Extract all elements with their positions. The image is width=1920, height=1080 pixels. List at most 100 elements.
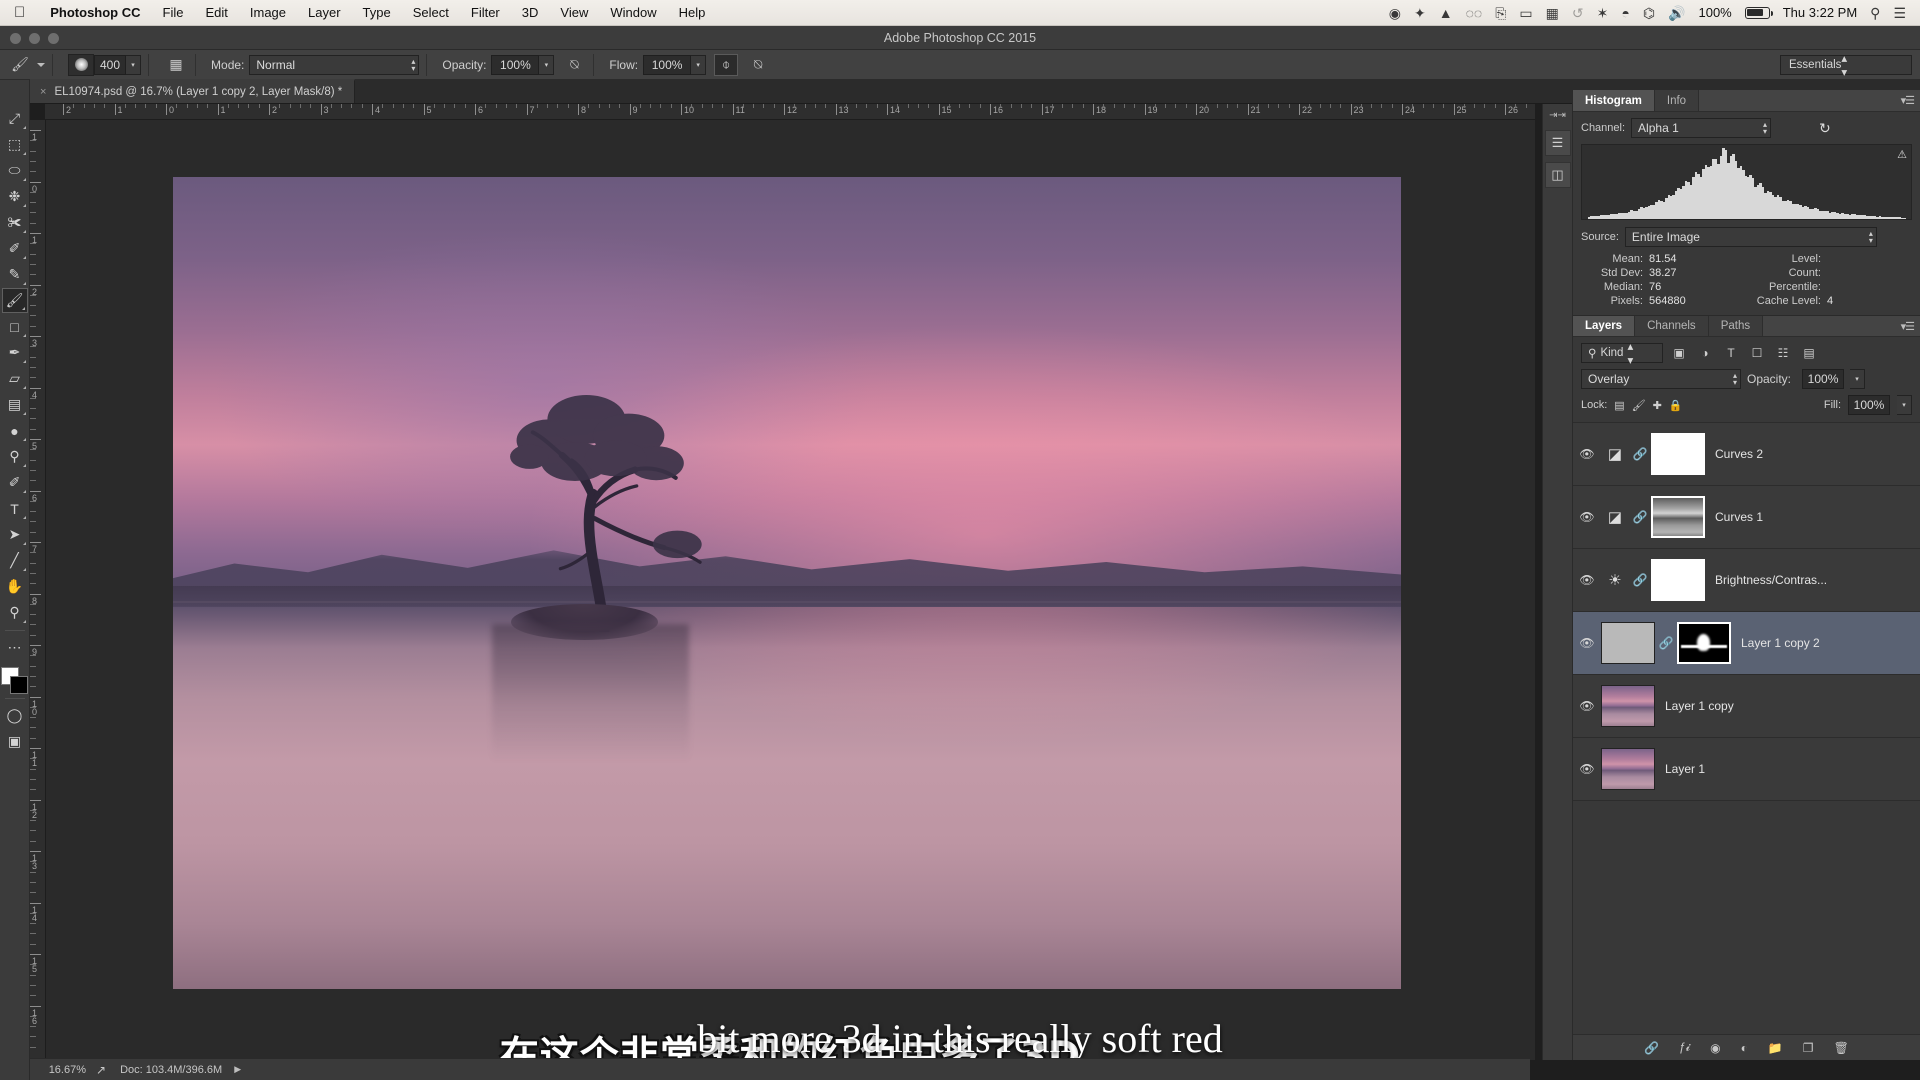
document-tab[interactable]: × EL10974.psd @ 16.7% (Layer 1 copy 2, L… (30, 79, 355, 103)
close-window-button[interactable] (10, 33, 21, 44)
pixel-filter-icon[interactable]: ▣ (1669, 343, 1689, 363)
collapse-icon[interactable]: ⇥⇥ (1549, 110, 1566, 124)
table-row[interactable]: 👁 🔗 Layer 1 copy 2 (1573, 612, 1920, 675)
layer-name[interactable]: Layer 1 copy (1655, 699, 1734, 713)
layer-opacity-stepper[interactable]: ▾ (1850, 369, 1865, 389)
tool-eraser[interactable]: ▱ (2, 366, 28, 391)
record-icon[interactable]: ◉ (1389, 6, 1401, 20)
screen-mode-toggle[interactable]: ▣ (2, 729, 28, 754)
menu-layer[interactable]: Layer (297, 0, 352, 26)
channel-select[interactable]: Alpha 1 ▴▾ (1631, 118, 1771, 138)
layer-thumbnail[interactable] (1601, 685, 1655, 727)
new-group-icon[interactable]: 📁 (1768, 1041, 1783, 1055)
chevron-down-icon[interactable] (37, 63, 45, 67)
source-select[interactable]: Entire Image ▴▾ (1625, 227, 1877, 247)
adobe-icon[interactable]: ▲ (1439, 6, 1453, 20)
add-mask-icon[interactable]: ◉ (1710, 1041, 1720, 1055)
layer-visibility-icon[interactable]: 👁 (1573, 699, 1601, 713)
creative-cloud-icon[interactable]: ◌◌ (1466, 6, 1483, 20)
tool-dodge[interactable]: ⚲ (2, 444, 28, 469)
layer-name[interactable]: Curves 2 (1705, 447, 1763, 461)
tool-clone-stamp[interactable]: □ (2, 314, 28, 339)
layer-mask-thumbnail[interactable] (1651, 496, 1705, 538)
lock-position-icon[interactable]: ✚ (1653, 399, 1662, 412)
table-row[interactable]: 👁 Layer 1 (1573, 738, 1920, 801)
layer-name[interactable]: Layer 1 copy 2 (1731, 636, 1820, 650)
menu-type[interactable]: Type (352, 0, 402, 26)
layer-mask-thumbnail[interactable] (1677, 622, 1731, 664)
layer-thumbnail[interactable] (1601, 748, 1655, 790)
menu-clock[interactable]: Thu 3:22 PM (1783, 5, 1857, 20)
table-row[interactable]: 👁 ◪ 🔗 Curves 2 (1573, 423, 1920, 486)
tool-gradient[interactable]: ▤ (2, 392, 28, 417)
tool-history-brush[interactable]: ✒ (2, 340, 28, 365)
mode-select[interactable]: Normal ▴▾ (249, 55, 419, 75)
control-center-icon[interactable]: ☰ (1893, 6, 1906, 20)
menu-filter[interactable]: Filter (460, 0, 511, 26)
pressure-opacity-icon[interactable]: ⍉ (562, 54, 586, 76)
brush-preset-picker[interactable]: 400 ▾ (68, 54, 141, 76)
layer-fill-input[interactable]: 100% (1848, 395, 1890, 415)
tool-spot-healing-brush[interactable]: ✎ (2, 262, 28, 287)
canvas-area[interactable]: 在这个非常柔和的红色中多了3D (46, 120, 1535, 1060)
history-panel-icon[interactable]: ☰ (1545, 130, 1571, 156)
volume-icon[interactable]: 🔊 (1668, 6, 1685, 20)
layer-visibility-icon[interactable]: 👁 (1573, 573, 1601, 587)
delete-layer-icon[interactable]: 🗑 (1834, 1041, 1849, 1055)
battery-icon[interactable] (1745, 7, 1770, 19)
battery-usage-icon[interactable]: ▦ (1546, 6, 1559, 20)
tab-info[interactable]: Info (1655, 90, 1699, 111)
lock-all-icon[interactable]: 🔒 (1669, 399, 1683, 412)
menu-edit[interactable]: Edit (194, 0, 238, 26)
minimize-window-button[interactable] (29, 33, 40, 44)
tool-zoom[interactable]: ⚲ (2, 600, 28, 625)
filter-kind-select[interactable]: ⚲ Kind ▴▾ (1581, 343, 1663, 363)
layer-blend-mode-select[interactable]: Overlay ▴▾ (1581, 369, 1741, 389)
edit-toolbar-icon[interactable]: ⋯ (2, 635, 28, 660)
notes-icon[interactable]: ⎘ (1495, 6, 1506, 20)
quick-mask-toggle[interactable]: ◯ (2, 703, 28, 728)
link-mask-icon[interactable]: 🔗 (1629, 510, 1651, 524)
brush-tool-indicator[interactable]: 🖌 (8, 54, 45, 76)
wifi-icon[interactable]: ◓ (1621, 6, 1629, 20)
layer-name[interactable]: Brightness/Contras... (1705, 573, 1827, 587)
brush-settings-toggle[interactable]: ▦ (164, 54, 188, 76)
brush-size-value[interactable]: 400 (94, 55, 126, 75)
layer-mask-thumbnail[interactable] (1651, 559, 1705, 601)
close-icon[interactable]: × (40, 86, 46, 98)
menu-3d[interactable]: 3D (511, 0, 550, 26)
table-row[interactable]: 👁 ☀ 🔗 Brightness/Contras... (1573, 549, 1920, 612)
tool-lasso[interactable]: ⬭ (2, 158, 28, 183)
airplay-icon[interactable]: ▭ (1519, 6, 1532, 20)
type-filter-icon[interactable]: T (1721, 343, 1741, 363)
status-menu-arrow-icon[interactable]: ▶ (234, 1064, 241, 1075)
bluetooth-icon[interactable]: ✶ (1597, 6, 1609, 20)
panel-menu-icon[interactable]: ▾☰ (1901, 94, 1914, 107)
menu-select[interactable]: Select (402, 0, 460, 26)
layer-thumbnail[interactable] (1601, 622, 1655, 664)
menu-view[interactable]: View (549, 0, 599, 26)
table-row[interactable]: 👁 ◪ 🔗 Curves 1 (1573, 486, 1920, 549)
layer-visibility-icon[interactable]: 👁 (1573, 636, 1601, 650)
tool-line[interactable]: ╱ (2, 548, 28, 573)
panel-menu-icon[interactable]: ▾☰ (1901, 320, 1914, 333)
menu-photoshop-cc[interactable]: Photoshop CC (39, 0, 151, 26)
share-icon[interactable]: ↗ (96, 1063, 106, 1077)
tab-layers[interactable]: Layers (1573, 316, 1635, 336)
layer-opacity-input[interactable]: 100% (1802, 369, 1844, 389)
smoothing-toggle[interactable]: ⍉ (746, 54, 770, 76)
dropbox-icon[interactable]: ✦ (1414, 6, 1426, 20)
menu-file[interactable]: File (152, 0, 195, 26)
link-mask-icon[interactable]: 🔗 (1655, 636, 1677, 650)
layer-style-icon[interactable]: ƒ𝓲 (1679, 1040, 1690, 1055)
searchlight-icon[interactable]: ⌬ (1643, 6, 1655, 20)
lock-image-icon[interactable]: 🖌 (1632, 399, 1646, 412)
properties-panel-icon[interactable]: ◫ (1545, 162, 1571, 188)
curves-icon[interactable]: ◪ (1601, 503, 1629, 531)
layer-name[interactable]: Curves 1 (1705, 510, 1763, 524)
lock-transparency-icon[interactable]: ▤ (1614, 399, 1624, 412)
workspace-switcher[interactable]: Essentials ▴▾ (1780, 55, 1912, 75)
curves-icon[interactable]: ◪ (1601, 440, 1629, 468)
airbrush-toggle[interactable]: ⌽ (714, 54, 738, 76)
document-canvas-image[interactable] (173, 177, 1401, 989)
